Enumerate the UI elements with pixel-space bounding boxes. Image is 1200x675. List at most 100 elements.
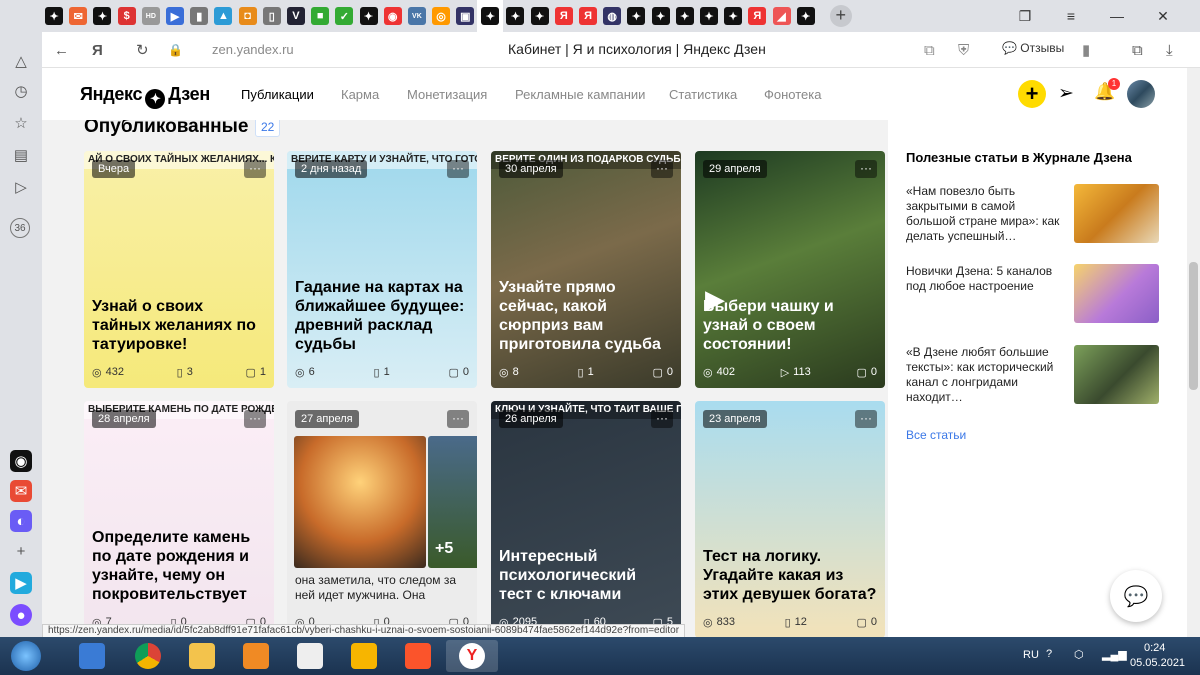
publication-card[interactable]: ВЫБЕРИТЕ КАМЕНЬ ПО ДАТЕ РОЖДЕНИЯ28 апрел… [84,401,274,637]
url-field[interactable]: zen.yandex.ru [212,42,294,57]
card-menu-icon[interactable]: ··· [244,410,266,428]
taskbar-media-player[interactable] [230,640,282,672]
browser-tab[interactable]: ✉ [66,7,90,25]
card-title[interactable]: Интересный психологический тест с ключам… [499,547,673,604]
publication-card[interactable]: ▶ 29 апреля ··· Выбери чашку и узнай о свое… [695,151,885,388]
card-title[interactable]: Тест на логику. Угадайте какая из этих д… [703,547,877,604]
browser-tab[interactable]: ✓ [332,7,356,25]
add-panel-icon[interactable]: + [10,540,32,562]
browser-tab[interactable]: ✦ [42,7,66,25]
publication-card[interactable]: КЛЮЧ И УЗНАЙТЕ, ЧТО ТАИТ ВАШЕ ПОДСОЗНАНИ… [491,401,681,637]
alice-app-icon[interactable]: ● [10,604,32,626]
collections-icon[interactable]: ▤ [10,144,32,166]
taskbar-mail-agent[interactable] [338,640,390,672]
publication-card[interactable]: 23 апреля ··· Тест на логику. Угадайте как… [695,401,885,637]
menu-icon[interactable]: ≡ [1048,0,1094,32]
sidebar-thumbnail[interactable] [1074,184,1159,243]
browser-tab[interactable]: ◢ [769,7,793,25]
card-menu-icon[interactable]: ··· [651,410,673,428]
scrollbar-thumb[interactable] [1189,262,1198,390]
browser-tab[interactable]: ✦ [794,7,818,25]
nav-karma[interactable]: Карма [341,87,379,102]
yandex-home-icon[interactable]: Я [92,40,103,60]
browser-tab[interactable]: ✦ [721,7,745,25]
alice-icon[interactable]: △ [10,50,32,72]
nav-monetization[interactable]: Монетизация [407,87,487,102]
card-menu-icon[interactable]: ··· [855,160,877,178]
browser-tab[interactable]: $ [115,7,139,25]
help-icon[interactable]: ? [1046,648,1052,660]
nav-statistics[interactable]: Статистика [669,87,737,102]
tabs-overview-icon[interactable]: ❐ [1002,0,1048,32]
messenger-app-icon[interactable]: ◐ [10,510,32,532]
zen-logo[interactable]: Яндекс ✦ Дзен [80,84,210,109]
sidebar-article[interactable]: «Нам повезло быть закрытыми в самой боль… [906,184,1066,244]
sidebar-article[interactable]: Новички Дзена: 5 каналов под любое настр… [906,264,1066,294]
browser-tab[interactable]: ▣ [453,7,477,25]
send-app-icon[interactable]: ▶ [10,572,32,594]
card-menu-icon[interactable]: ··· [651,160,673,178]
publication-card[interactable]: ВЕРИТЕ ОДИН ИЗ ПОДАРКОВ СУДЬБЫ 30 апреля ·… [491,151,681,388]
sidebar-thumbnail[interactable] [1074,345,1159,404]
browser-tab[interactable]: ✦ [90,7,114,25]
clock-date[interactable]: 05.05.2021 [1130,657,1185,669]
network-icon[interactable]: ▂▄▆ [1102,648,1127,661]
browser-tab[interactable]: ✦ [356,7,380,25]
browser-tab[interactable]: ◘ [236,7,260,25]
browser-tab[interactable]: ✦ [624,7,648,25]
browser-tab[interactable]: ✦ [673,7,697,25]
taskbar-explorer[interactable] [176,640,228,672]
avatar[interactable] [1127,80,1155,108]
browser-tab[interactable]: ◍ [600,7,624,25]
browser-tab[interactable]: ✦ [697,7,721,25]
reader-icon[interactable]: ⧉ [1132,40,1143,60]
scrollbar[interactable] [1187,68,1200,637]
language-indicator[interactable]: RU [1023,649,1039,661]
taskbar-sound-app[interactable] [66,640,118,672]
nav-publications[interactable]: Публикации [241,87,314,102]
card-title[interactable]: Узнайте прямо сейчас, какой сюрприз вам … [499,278,673,354]
publication-card[interactable]: +5 она заметила, что следом за ней идет м… [287,401,477,637]
card-menu-icon[interactable]: ··· [855,410,877,428]
card-title[interactable]: Узнай о своих тайных желаниях по татуиро… [92,297,266,354]
sidebar-thumbnail[interactable] [1074,264,1159,323]
browser-tab[interactable]: VK [405,7,429,25]
bookmark-icon[interactable]: ▮ [1082,40,1090,60]
card-menu-icon[interactable]: ··· [447,410,469,428]
browser-tab[interactable]: ✦ [503,7,527,25]
taskbar-chrome[interactable] [122,640,174,672]
close-window-button[interactable]: ✕ [1140,0,1186,32]
browser-tab[interactable]: HD [139,7,163,25]
browser-tab[interactable]: ▶ [163,7,187,25]
browser-tab[interactable]: ▯ [260,7,284,25]
bookmarks-icon[interactable]: ☆ [10,112,32,134]
taskbar-notepad[interactable] [284,640,336,672]
publication-card[interactable]: АЙ О СВОИХ ТАЙНЫХ ЖЕЛАНИЯХ... КАЯ ТАТУИР… [84,151,274,388]
browser-tab[interactable]: ◎ [429,7,453,25]
publication-card[interactable]: ВЕРИТЕ КАРТУ И УЗНАЙТЕ, ЧТО ГОТОВИТ СУДЬ… [287,151,477,388]
clock-time[interactable]: 0:24 [1144,642,1165,654]
refresh-icon[interactable]: ↻ [136,40,149,60]
taskbar-yandex-browser[interactable]: Y [446,640,498,672]
minimize-button[interactable]: — [1094,0,1140,32]
card-title[interactable]: Выбери чашку и узнай о своем состоянии! [703,297,877,354]
protect-icon[interactable]: ⛨ [958,40,969,60]
browser-tab[interactable]: ✦ [649,7,673,25]
lock-icon[interactable]: 🔒 [168,40,183,60]
start-button[interactable] [0,640,52,672]
tray-icon[interactable]: ⬡ [1074,648,1084,661]
feedback-button[interactable]: 💬 Отзывы [1002,41,1064,55]
browser-tab[interactable]: Я [745,7,769,25]
browser-tab[interactable]: Я [552,7,576,25]
browser-tab[interactable]: ▮ [187,7,211,25]
browser-tab[interactable]: ◉ [381,7,405,25]
create-button[interactable]: + [1018,80,1046,108]
mail-app-icon[interactable]: ✉ [10,480,32,502]
nav-ad-campaigns[interactable]: Рекламные кампании [515,87,645,102]
all-articles-link[interactable]: Все статьи [906,428,966,442]
nav-phonoteka[interactable]: Фонотека [764,87,821,102]
card-title[interactable]: Определите камень по дате рождения и узн… [92,528,266,604]
history-icon[interactable]: ◷ [10,80,32,102]
browser-tab[interactable]: ✦ [477,0,504,32]
send-icon[interactable]: ➢ [1058,82,1074,105]
